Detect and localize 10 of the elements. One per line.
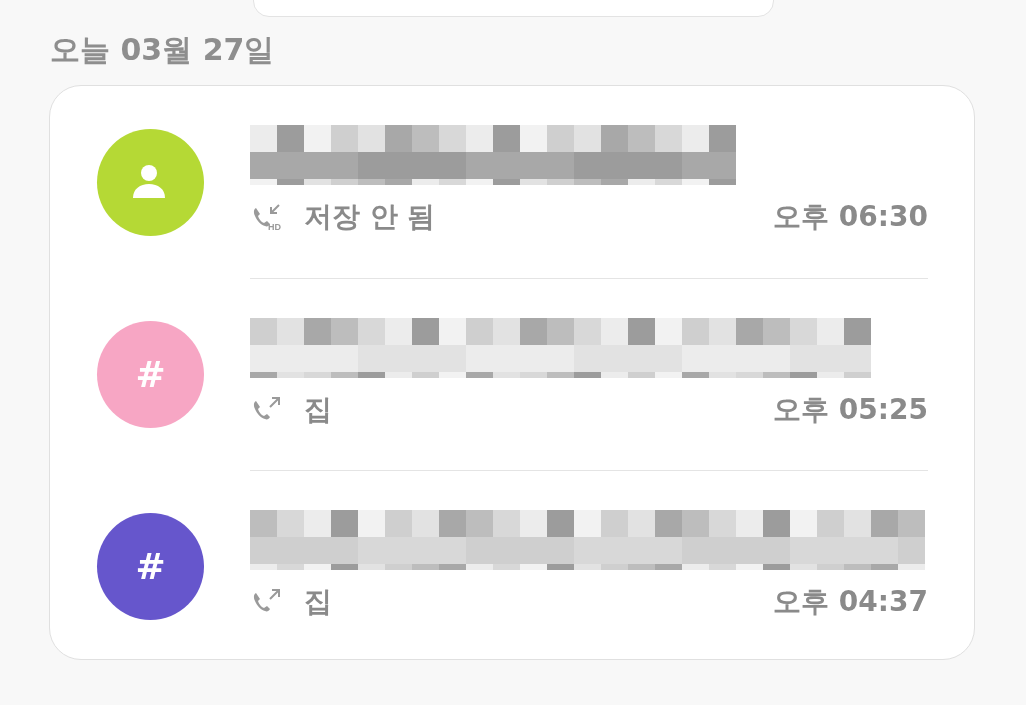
date-header: 오늘 03월 27일 (50, 31, 276, 69)
hash-symbol: # (135, 545, 166, 587)
call-time: 오후 04:37 (773, 583, 928, 620)
call-time: 오후 05:25 (773, 391, 928, 428)
call-label: 저장 안 됨 (304, 199, 436, 235)
hash-symbol: # (135, 353, 166, 395)
call-label: 집 (304, 391, 332, 428)
contact-avatar[interactable]: # (97, 512, 204, 620)
call-label: 집 (304, 583, 332, 620)
call-time: 오후 06:30 (773, 199, 928, 235)
